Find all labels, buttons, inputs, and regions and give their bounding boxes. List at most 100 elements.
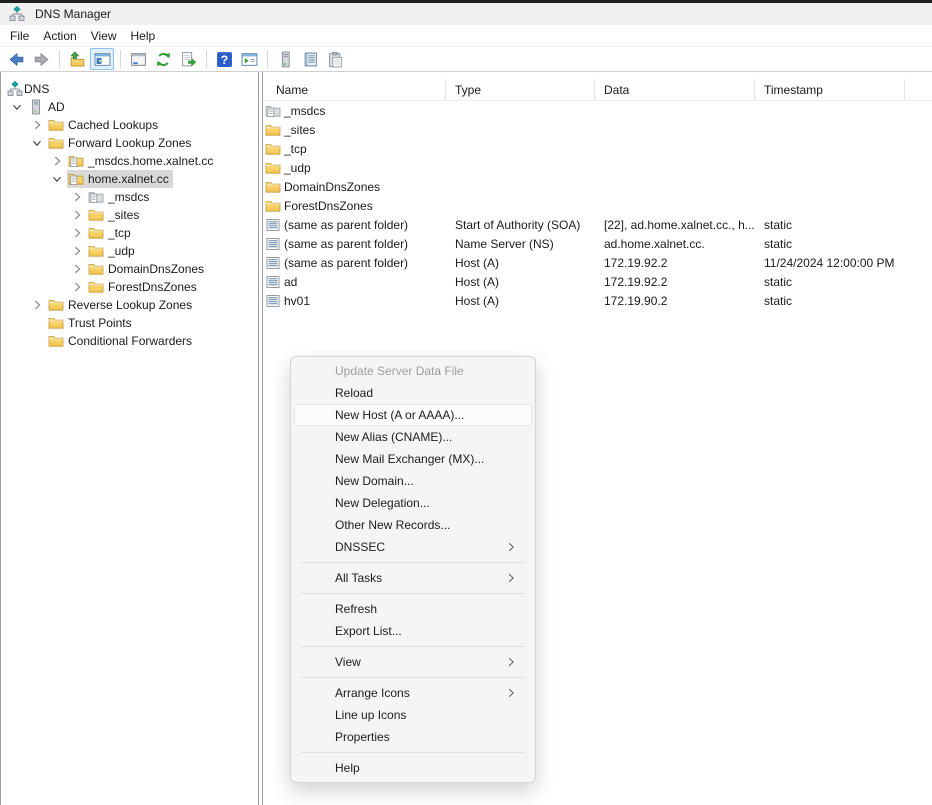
menu-item-properties[interactable]: Properties: [294, 726, 532, 748]
menu-separator: [301, 593, 525, 594]
tree-item-conditional-forwarders[interactable]: Conditional Forwarders: [1, 332, 258, 350]
tree-item-forestdnszones[interactable]: ForestDnsZones: [1, 278, 258, 296]
table-row[interactable]: _udp: [263, 158, 932, 177]
context-menu: Update Server Data File Reload New Host …: [290, 356, 536, 783]
notebook-icon: [302, 51, 319, 68]
menu-separator: [301, 752, 525, 753]
folder-icon: [48, 333, 64, 349]
table-row[interactable]: _msdcs: [263, 101, 932, 120]
table-row[interactable]: _tcp: [263, 139, 932, 158]
menu-bar: File Action View Help: [0, 25, 932, 47]
menu-item-view[interactable]: View: [294, 651, 532, 673]
chevron-down-icon[interactable]: [7, 99, 27, 115]
tree-item-ad-server[interactable]: AD: [1, 98, 258, 116]
table-row[interactable]: ForestDnsZones: [263, 196, 932, 215]
folder-icon: [265, 122, 281, 138]
menu-item-new-alias[interactable]: New Alias (CNAME)...: [294, 426, 532, 448]
column-header-type[interactable]: Type: [446, 79, 595, 100]
tree-item-tcp[interactable]: _tcp: [1, 224, 258, 242]
table-row[interactable]: _sites: [263, 120, 932, 139]
menu-item-all-tasks[interactable]: All Tasks: [294, 567, 532, 589]
record-icon: [265, 274, 281, 290]
forward-button[interactable]: [29, 48, 53, 70]
dns-hierarchy-icon: [7, 81, 23, 97]
help-button[interactable]: [212, 48, 236, 70]
table-row[interactable]: (same as parent folder) Start of Authori…: [263, 215, 932, 234]
chevron-right-icon[interactable]: [27, 297, 47, 313]
tree-item-msdcs-home-xalnet-cc[interactable]: _msdcs.home.xalnet.cc: [1, 152, 258, 170]
up-one-level-icon: [69, 51, 86, 68]
menu-help[interactable]: Help: [124, 26, 163, 46]
chevron-down-icon[interactable]: [27, 135, 47, 151]
show-console-tree-icon: [94, 51, 111, 68]
chevron-right-icon[interactable]: [67, 279, 87, 295]
table-row[interactable]: (same as parent folder) Name Server (NS)…: [263, 234, 932, 253]
menu-item-export-list[interactable]: Export List...: [294, 620, 532, 642]
tree-item-domaindnszones[interactable]: DomainDnsZones: [1, 260, 258, 278]
table-row[interactable]: ad Host (A) 172.19.92.2 static: [263, 272, 932, 291]
notebook-button[interactable]: [298, 48, 322, 70]
tree-item-home-xalnet-cc[interactable]: home.xalnet.cc: [1, 170, 258, 188]
menu-file[interactable]: File: [3, 26, 36, 46]
chevron-right-icon[interactable]: [47, 153, 67, 169]
folder-icon: [88, 261, 104, 277]
tree-item-cached-lookups[interactable]: Cached Lookups: [1, 116, 258, 134]
table-row[interactable]: hv01 Host (A) 172.19.90.2 static: [263, 291, 932, 310]
folder-icon: [265, 179, 281, 195]
menu-item-refresh[interactable]: Refresh: [294, 598, 532, 620]
toolbar-separator: [59, 50, 60, 68]
chevron-right-icon[interactable]: [67, 243, 87, 259]
toolbar-separator: [120, 50, 121, 68]
table-row[interactable]: (same as parent folder) Host (A) 172.19.…: [263, 253, 932, 272]
menu-item-line-up-icons[interactable]: Line up Icons: [294, 704, 532, 726]
menu-action[interactable]: Action: [36, 26, 83, 46]
menu-item-arrange-icons[interactable]: Arrange Icons: [294, 682, 532, 704]
tree-item-msdcs[interactable]: _msdcs: [1, 188, 258, 206]
server-button[interactable]: [273, 48, 297, 70]
menu-view[interactable]: View: [84, 26, 124, 46]
up-one-level-button[interactable]: [65, 48, 89, 70]
chevron-right-icon[interactable]: [67, 207, 87, 223]
back-button[interactable]: [4, 48, 28, 70]
chevron-down-icon[interactable]: [47, 171, 67, 187]
table-row[interactable]: DomainDnsZones: [263, 177, 932, 196]
tree-item-reverse-lookup-zones[interactable]: Reverse Lookup Zones: [1, 296, 258, 314]
properties-button[interactable]: [126, 48, 150, 70]
export-list-button[interactable]: [176, 48, 200, 70]
menu-item-help[interactable]: Help: [294, 757, 532, 779]
folder-icon: [88, 207, 104, 223]
zone-folder-gray-icon: [265, 103, 281, 119]
menu-item-new-host[interactable]: New Host (A or AAAA)...: [294, 404, 532, 426]
tree-item-dns-root[interactable]: DNS: [1, 80, 258, 98]
menu-item-new-mail-exchanger[interactable]: New Mail Exchanger (MX)...: [294, 448, 532, 470]
zone-folder-icon: [68, 171, 84, 187]
tree-item-trust-points[interactable]: Trust Points: [1, 314, 258, 332]
tree-item-sites[interactable]: _sites: [1, 206, 258, 224]
toolbar-separator: [206, 50, 207, 68]
menu-item-new-domain[interactable]: New Domain...: [294, 470, 532, 492]
chevron-right-icon[interactable]: [67, 261, 87, 277]
folder-icon: [48, 135, 64, 151]
column-header-filler: [905, 79, 932, 100]
folder-icon: [48, 315, 64, 331]
clipboard-button[interactable]: [323, 48, 347, 70]
chevron-right-icon[interactable]: [67, 225, 87, 241]
chevron-right-icon[interactable]: [67, 189, 87, 205]
chevron-right-icon[interactable]: [27, 117, 47, 133]
refresh-icon: [155, 51, 172, 68]
menu-separator: [301, 562, 525, 563]
zone-folder-gray-icon: [88, 189, 104, 205]
menu-item-new-delegation[interactable]: New Delegation...: [294, 492, 532, 514]
menu-item-reload[interactable]: Reload: [294, 382, 532, 404]
console-window-button[interactable]: [237, 48, 261, 70]
column-header-name[interactable]: Name: [263, 79, 446, 100]
menu-item-other-new-records[interactable]: Other New Records...: [294, 514, 532, 536]
tree-item-forward-lookup-zones[interactable]: Forward Lookup Zones: [1, 134, 258, 152]
column-header-data[interactable]: Data: [595, 79, 755, 100]
tree-item-udp[interactable]: _udp: [1, 242, 258, 260]
column-header-timestamp[interactable]: Timestamp: [755, 79, 905, 100]
refresh-button[interactable]: [151, 48, 175, 70]
menu-item-dnssec[interactable]: DNSSEC: [294, 536, 532, 558]
console-window-icon: [241, 51, 258, 68]
show-console-tree-button[interactable]: [90, 48, 114, 70]
